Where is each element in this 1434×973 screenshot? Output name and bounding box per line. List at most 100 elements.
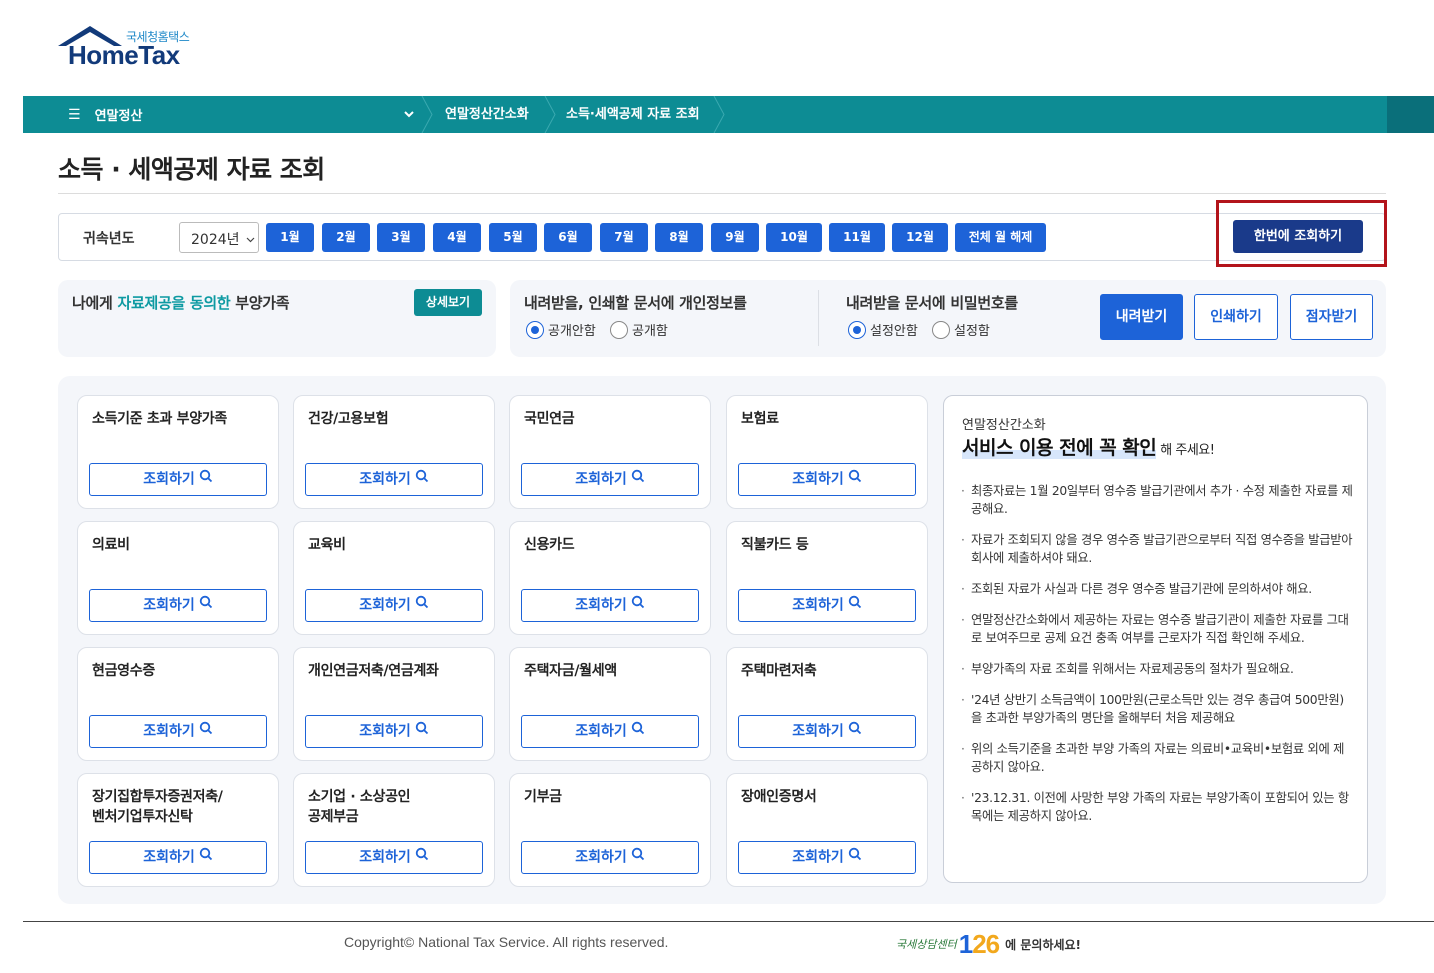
category-card: 소득기준 초과 부양가족조회하기 [77,395,279,509]
notice-item: 자료가 조회되지 않을 경우 영수증 발급기관으로부터 직접 영수증을 발급받아… [959,531,1354,567]
option-divider [818,290,819,346]
personal-info-radio-show[interactable]: 공개함 [610,320,668,339]
print-button[interactable]: 인쇄하기 [1194,294,1278,340]
month-button-8[interactable]: 8월 [655,223,703,252]
clear-all-months-button[interactable]: 전체 월 해제 [955,223,1046,252]
breadcrumb-item-2[interactable]: 소득·세액공제 자료 조회 [566,96,700,133]
search-icon [848,464,862,495]
hometax-logo[interactable]: 국세청홈택스 HomeTax [56,24,206,74]
search-icon [415,464,429,495]
category-query-button[interactable]: 조회하기 [305,589,483,622]
footer-divider [23,921,1434,922]
search-icon [848,590,862,621]
category-query-button[interactable]: 조회하기 [738,463,916,496]
category-query-button[interactable]: 조회하기 [738,589,916,622]
month-button-12[interactable]: 12월 [892,223,948,252]
category-title: 국민연금 [524,411,575,427]
category-query-button[interactable]: 조회하기 [305,715,483,748]
month-button-3[interactable]: 3월 [377,223,425,252]
category-query-button[interactable]: 조회하기 [521,841,699,874]
category-query-button[interactable]: 조회하기 [89,715,267,748]
category-card: 신용카드 조회하기 [509,521,711,635]
category-query-button[interactable]: 조회하기 [521,715,699,748]
category-query-button[interactable]: 조회하기 [89,589,267,622]
category-title: 장애인증명서 [741,789,817,805]
breadcrumb-item-1[interactable]: 연말정산간소화 [445,96,529,133]
month-button-4[interactable]: 4월 [433,223,481,252]
month-button-1[interactable]: 1월 [266,223,314,252]
month-button-11[interactable]: 11월 [829,223,885,252]
category-query-button[interactable]: 조회하기 [521,589,699,622]
month-button-10[interactable]: 10월 [766,223,822,252]
query-all-button[interactable]: 한번에 조회하기 [1233,220,1363,253]
call-center-number: 126 [958,928,1000,959]
category-query-button[interactable]: 조회하기 [738,841,916,874]
category-card: 기부금 조회하기 [509,773,711,887]
breadcrumb-nav-bar: ☰ 연말정산 연말정산간소화 소득·세액공제 자료 조회 [23,96,1434,133]
category-title: 건강/고용보험 [308,411,389,427]
month-button-7[interactable]: 7월 [600,223,648,252]
dependents-panel: 나에게 자료제공을 동의한 부양가족 상세보기 [58,280,496,357]
title-divider [58,193,1386,194]
category-card: 현금영수증 조회하기 [77,647,279,761]
download-button[interactable]: 내려받기 [1100,294,1183,340]
notice-panel: 연말정산간소화 서비스 이용 전에 꼭 확인해 주세요! 최종자료는 1월 20… [943,395,1368,883]
year-select[interactable]: 2024년 [179,222,259,253]
category-query-button[interactable]: 조회하기 [305,463,483,496]
category-card: 장애인증명서조회하기 [726,773,928,887]
page-title: 소득 · 세액공제 자료 조회 [58,155,325,184]
search-icon [631,590,645,621]
search-icon [631,842,645,873]
notice-item: 부양가족의 자료 조회를 위해서는 자료제공동의 절차가 필요해요. [959,660,1354,678]
category-card: 국민연금조회하기 [509,395,711,509]
month-button-9[interactable]: 9월 [711,223,759,252]
radio-checked-icon [848,320,866,339]
category-title: 소득기준 초과 부양가족 [92,411,227,427]
chevron-down-icon[interactable] [403,107,415,125]
category-query-button[interactable]: 조회하기 [89,841,267,874]
category-card: 주택마련저축 조회하기 [726,647,928,761]
search-icon [415,842,429,873]
category-query-button[interactable]: 조회하기 [738,715,916,748]
hamburger-icon: ☰ [68,106,81,123]
call-center-banner[interactable]: 국세상담센터 126 에 문의하세요! [896,928,1081,960]
category-card: 교육비조회하기 [293,521,495,635]
category-card: 의료비조회하기 [77,521,279,635]
radio-unchecked-icon [610,320,628,339]
breadcrumb-separator-icon [544,96,556,133]
category-title: 교육비 [308,537,346,553]
call-center-tail: 에 문의하세요! [1005,937,1082,952]
category-title: 주택자금/월세액 [524,663,617,679]
category-query-button[interactable]: 조회하기 [305,841,483,874]
menu-label: 연말정산 [94,109,143,124]
menu-dropdown[interactable]: ☰ 연말정산 [68,96,142,133]
search-icon [848,716,862,747]
month-button-2[interactable]: 2월 [322,223,370,252]
braille-button[interactable]: 점자받기 [1290,294,1373,340]
category-query-button[interactable]: 조회하기 [89,463,267,496]
personal-info-radio-hide[interactable]: 공개안함 [526,320,596,339]
notice-item: '24년 상반기 소득금액이 100만원(근로소득만 있는 경우 총급여 500… [959,691,1354,727]
password-radio-set[interactable]: 설정함 [932,320,990,339]
month-button-6[interactable]: 6월 [544,223,592,252]
password-radio-none[interactable]: 설정안함 [848,320,918,339]
category-title: 직불카드 등 [741,537,809,553]
year-month-filter: 귀속년도 2024년 1월 2월 3월 4월 5월 6월 7월 8월 9월 10… [58,213,1386,261]
search-icon [848,842,862,873]
category-title: 보험료 [741,411,779,427]
notice-item: 조회된 자료가 사실과 다른 경우 영수증 발급기관에 문의하셔야 해요. [959,580,1354,598]
category-title: 의료비 [92,537,130,553]
notice-item: 최종자료는 1월 20일부터 영수증 발급기관에서 추가 · 수정 제출한 자료… [959,482,1354,518]
category-title: 장기집합투자증권저축/벤처기업투자신탁 [92,789,223,825]
notice-item: 위의 소득기준을 초과한 부양 가족의 자료는 의료비•교육비•보험료 외에 제… [959,740,1354,776]
dependents-text: 나에게 자료제공을 동의한 부양가족 [72,294,290,312]
category-card: 소기업 · 소상공인 공제부금 조회하기 [293,773,495,887]
search-icon [415,590,429,621]
search-icon [415,716,429,747]
detail-view-button[interactable]: 상세보기 [414,289,482,316]
personal-info-option-title: 내려받을, 인쇄할 문서에 개인정보를 [524,294,747,312]
category-query-button[interactable]: 조회하기 [521,463,699,496]
category-card: 개인연금저축/연금계좌 조회하기 [293,647,495,761]
month-button-5[interactable]: 5월 [489,223,537,252]
logo-english-text: HomeTax [68,40,180,70]
